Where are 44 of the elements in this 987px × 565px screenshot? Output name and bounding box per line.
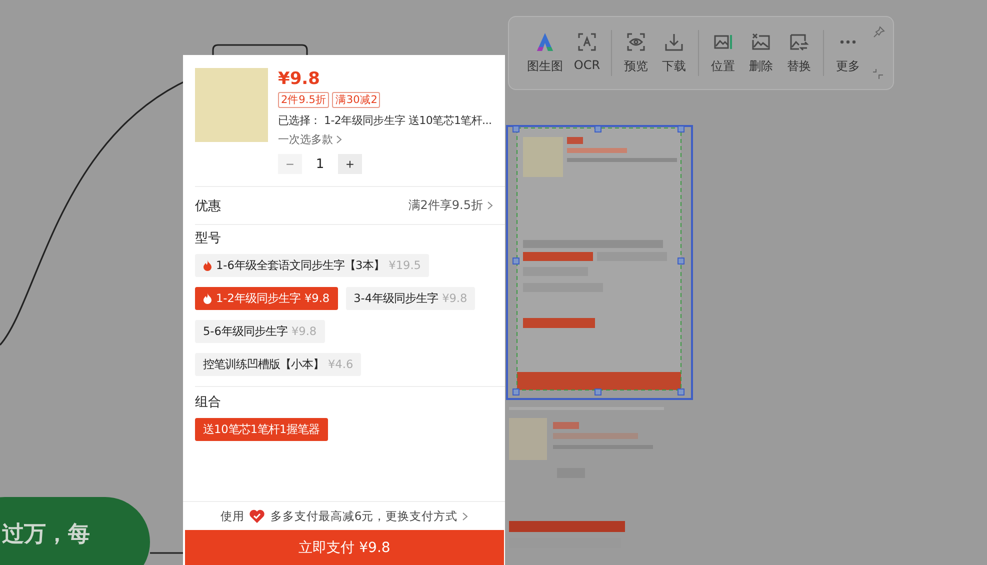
- promo-tag: 满30减2: [332, 92, 380, 108]
- page-thumbnail-drawing[interactable]: [505, 122, 695, 402]
- chevron-right-icon: [487, 201, 493, 210]
- quantity-value: 1: [314, 156, 326, 172]
- toolbar-button[interactable]: 图生图: [523, 28, 567, 78]
- discount-row[interactable]: 优惠 满2件享9.5折: [183, 187, 505, 224]
- variant-option[interactable]: 3-4年级同步生字 ¥9.8: [346, 287, 476, 310]
- toolbar-button[interactable]: 位置: [705, 28, 741, 78]
- heart-check-icon: [249, 509, 266, 523]
- pin-icon[interactable]: [873, 26, 885, 38]
- node-text: 过万，每: [2, 522, 90, 547]
- increase-button[interactable]: +: [338, 154, 362, 174]
- image-swap-icon: [789, 32, 809, 52]
- image-delete-icon: [751, 32, 771, 52]
- more-icon: [840, 40, 856, 44]
- chevron-right-icon: [462, 512, 468, 520]
- text-scan-icon: [577, 32, 597, 52]
- discount-label: 优惠: [195, 198, 221, 214]
- logo-icon: [535, 32, 555, 52]
- variant-option[interactable]: 控笔训练凹槽版【小本】 ¥4.6: [195, 353, 362, 376]
- variant-option[interactable]: 1-2年级同步生字 ¥9.8: [195, 287, 338, 310]
- chevron-right-icon: [336, 135, 342, 144]
- pay-now-button[interactable]: 立即支付 ¥9.8: [185, 530, 504, 565]
- eye-icon: [626, 32, 646, 52]
- section-title: 型号: [195, 230, 222, 248]
- variant-option[interactable]: 1-6年级全套语文同步生字【3本】 ¥19.5: [195, 254, 429, 277]
- download-icon: [664, 32, 684, 52]
- toolbar-button[interactable]: 替换: [781, 28, 817, 78]
- pay-hint-prefix: 使用: [220, 508, 244, 524]
- promo-tag: 2件9.5折: [278, 92, 330, 108]
- toolbar-button[interactable]: 更多: [830, 28, 866, 78]
- toolbar-button[interactable]: 下载: [656, 28, 692, 78]
- toolbar-button[interactable]: 删除: [743, 28, 779, 78]
- discount-value: 满2件享9.5折: [408, 197, 483, 214]
- toolbar-button[interactable]: OCR: [569, 28, 605, 76]
- section-title: 组合: [195, 394, 222, 412]
- variant-option[interactable]: 5-6年级同步生字 ¥9.8: [195, 320, 325, 343]
- product-price: ¥9.8: [278, 68, 321, 90]
- multi-select-link[interactable]: 一次选多款: [278, 132, 493, 147]
- collapse-icon[interactable]: [873, 69, 883, 79]
- variant-option[interactable]: 送10笔芯1笔杆1握笔器: [195, 418, 328, 441]
- selected-variant-text: 已选择： 1-2年级同步生字 送10笔芯1笔杆...: [278, 113, 493, 128]
- change-payment-link[interactable]: 多多支付最高减6元，更换支付方式: [270, 508, 468, 524]
- toolbar-button[interactable]: 预览: [618, 28, 654, 78]
